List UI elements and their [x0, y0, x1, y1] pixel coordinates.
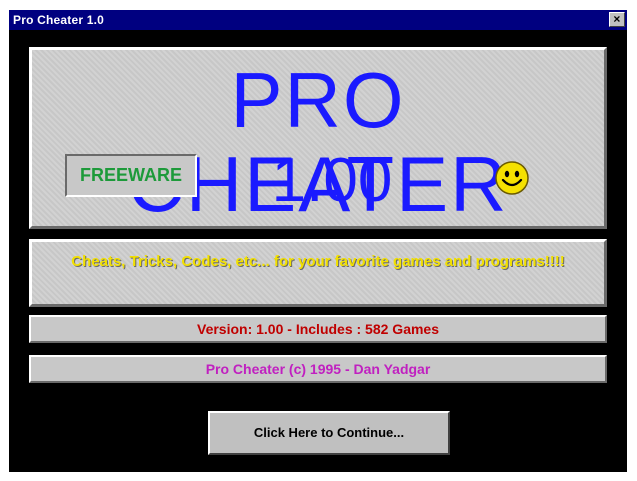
window-title: Pro Cheater 1.0	[13, 13, 105, 27]
app-window: Pro Cheater 1.0 × PRO CHEATER FREEWARE 1…	[9, 10, 627, 472]
smiley-face-icon	[495, 161, 529, 195]
continue-button[interactable]: Click Here to Continue...	[208, 411, 450, 455]
freeware-badge: FREEWARE	[65, 154, 197, 197]
close-icon: ×	[613, 12, 621, 26]
banner-panel: PRO CHEATER FREEWARE 1.00	[29, 47, 607, 229]
tagline-text: Cheats, Tricks, Codes, etc... for your f…	[71, 253, 565, 270]
close-button[interactable]: ×	[609, 12, 625, 27]
version-info-bar: Version: 1.00 - Includes : 582 Games	[29, 315, 607, 343]
version-number: 1.00	[271, 146, 393, 215]
title-bar[interactable]: Pro Cheater 1.0 ×	[9, 10, 627, 30]
copyright-bar: Pro Cheater (c) 1995 - Dan Yadgar	[29, 355, 607, 383]
tagline-panel: Cheats, Tricks, Codes, etc... for your f…	[29, 239, 607, 307]
